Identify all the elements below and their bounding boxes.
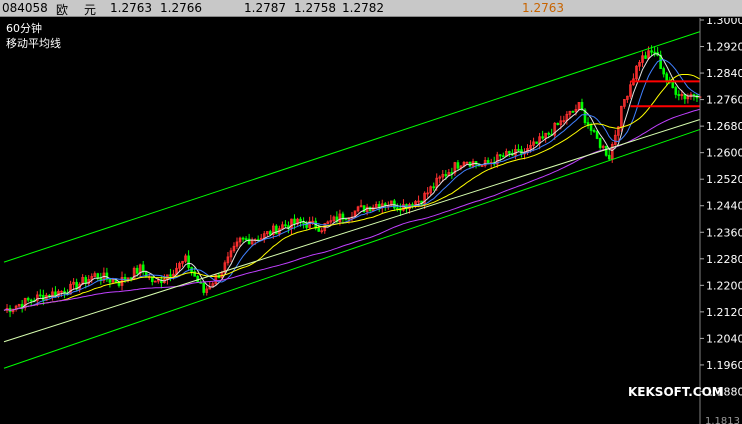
- channel-upper-line: [3, 31, 701, 263]
- candle-body: [508, 151, 511, 154]
- candle-body: [84, 277, 88, 284]
- candle-body: [674, 87, 678, 95]
- candle-body: [541, 136, 544, 139]
- candle-body: [293, 218, 296, 225]
- candle-body: [244, 238, 248, 241]
- candle-body: [29, 299, 33, 302]
- y-tick-label: 1.2200: [706, 279, 742, 292]
- candle-body: [117, 282, 121, 286]
- candle-body: [193, 271, 196, 277]
- y-tick-label: 1.2840: [706, 67, 742, 80]
- open-price: 1.2763: [110, 1, 152, 15]
- candle-body: [456, 162, 460, 169]
- y-tick-label: 1.2680: [706, 120, 742, 133]
- candle-body: [662, 68, 665, 75]
- candle-body: [202, 282, 206, 293]
- candle-body: [169, 274, 172, 277]
- candle-body: [317, 227, 321, 232]
- y-tick-label: 1.2920: [706, 41, 742, 54]
- y-tick-label: 1.2600: [706, 147, 742, 160]
- axis-bottom-label: 1.1813: [705, 416, 740, 424]
- y-tick-label: 1.2280: [706, 253, 742, 266]
- y-tick-label: 1.2440: [706, 200, 742, 213]
- candle-body: [501, 155, 505, 158]
- candle-body: [671, 82, 675, 89]
- candle-body: [108, 278, 112, 283]
- candle-body: [517, 149, 520, 151]
- candle-body: [241, 237, 245, 240]
- candle-body: [598, 138, 602, 148]
- candle-body: [432, 186, 436, 189]
- candle-body: [650, 50, 653, 53]
- indicator-label: 移动平均线: [6, 36, 61, 50]
- candle-body: [39, 294, 42, 297]
- candle-body: [604, 145, 608, 156]
- candle-body: [607, 154, 611, 160]
- candle-body: [299, 218, 302, 222]
- candle-body: [571, 110, 575, 113]
- ma-mid-line: [3, 74, 701, 311]
- candle-body: [653, 51, 656, 54]
- symbol-name-2: 元: [84, 3, 97, 17]
- candle-body: [135, 267, 139, 274]
- candlestick-chart[interactable]: 1.3000 1.2920 1.2840 1.2760 1.2680 1.2600 1.25…: [0, 18, 742, 424]
- candle-body: [665, 73, 669, 81]
- candle-body: [589, 125, 593, 131]
- candle-body: [368, 206, 372, 212]
- candle-body: [396, 207, 399, 210]
- y-tick-label: 1.2120: [706, 306, 742, 319]
- candle-body: [595, 130, 599, 139]
- candle-body: [677, 94, 681, 97]
- channel-lower-line: [3, 128, 701, 369]
- price-axis: 1.3000 1.2920 1.2840 1.2760 1.2680 1.2600 1.25…: [699, 18, 742, 424]
- symbol-code: 084058: [2, 1, 48, 15]
- low-price: 1.2758: [294, 1, 336, 15]
- candle-body: [592, 130, 596, 132]
- ma-short-line: [3, 53, 701, 311]
- ma-long-line: [3, 108, 701, 311]
- y-tick-label: 1.2360: [706, 226, 742, 239]
- support-line: [3, 119, 701, 343]
- close-price: 1.2782: [342, 1, 384, 15]
- ma-blue-line: [3, 59, 701, 311]
- candle-body: [187, 255, 190, 268]
- symbol-name-1: 欧: [56, 3, 69, 17]
- y-tick-label: 1.2760: [706, 94, 742, 107]
- quote-price: 1.2766: [160, 1, 202, 15]
- candle-body: [344, 218, 348, 221]
- candle-body: [547, 132, 551, 135]
- candle-body: [535, 141, 538, 144]
- y-tick-label: 1.2520: [706, 173, 742, 186]
- candle-body: [284, 224, 287, 227]
- candle-body: [692, 94, 696, 96]
- candle-body: [268, 231, 272, 235]
- period-label: 60分钟: [6, 21, 42, 35]
- high-price: 1.2787: [244, 1, 286, 15]
- candle-body: [644, 55, 647, 59]
- candle-body: [26, 297, 30, 301]
- y-tick-label: 1.2040: [706, 332, 742, 345]
- candle-body: [486, 160, 490, 164]
- last-price: 1.2763: [522, 1, 564, 15]
- candle-body: [444, 174, 448, 177]
- plot-area: [3, 31, 702, 369]
- y-tick-label: 1.3000: [706, 18, 742, 27]
- y-tick-label: 1.1960: [706, 359, 742, 372]
- candle-body: [556, 122, 560, 126]
- candle-body: [498, 154, 502, 157]
- quote-header: 084058 欧 元 1.2763 1.2766 1.2787 1.2758 1…: [0, 0, 742, 17]
- watermark-text: KEKSOFT.COM: [628, 385, 724, 399]
